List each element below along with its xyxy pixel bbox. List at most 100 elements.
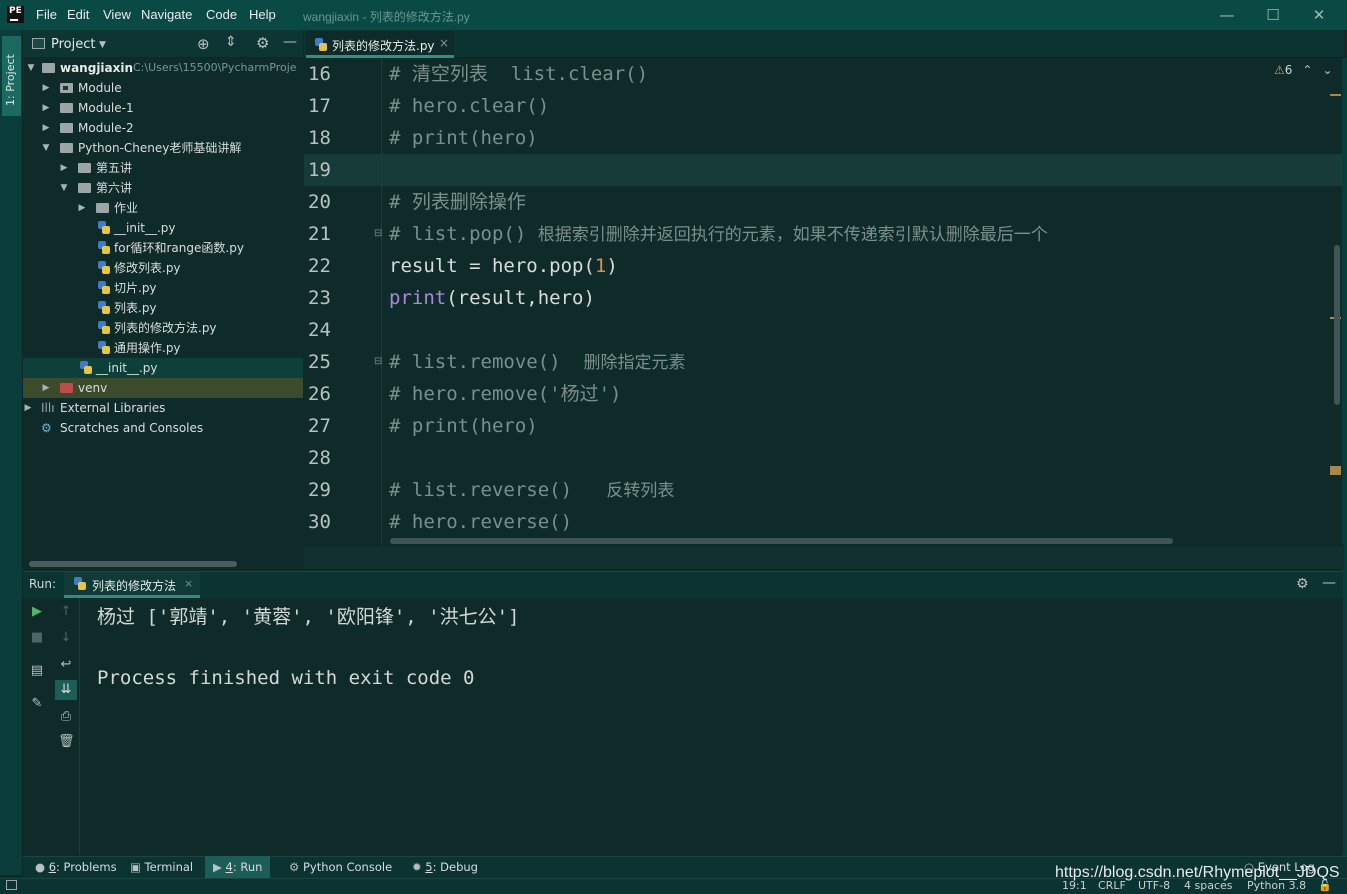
- arrow-down-icon[interactable]: ↓: [58, 630, 74, 646]
- chevron-right-icon[interactable]: ▶: [77, 198, 87, 218]
- tree-item-list-modify-methods-py[interactable]: 列表的修改方法.py: [23, 318, 303, 338]
- hide-panel-icon[interactable]: —: [283, 34, 297, 50]
- code-line-29: # list.reverse() 反转列表: [389, 474, 674, 507]
- collapse-all-icon[interactable]: ⇕: [225, 34, 237, 50]
- run-console[interactable]: [81, 598, 1343, 855]
- line-number: 20: [308, 191, 331, 213]
- warning-stripe[interactable]: [1330, 94, 1341, 96]
- tree-label: Module: [78, 81, 122, 95]
- soft-wrap-icon[interactable]: ↩: [58, 657, 74, 673]
- tab-debug[interactable]: ✹ 5: Debug: [408, 856, 482, 878]
- project-tool-window-button[interactable]: 1: Project: [2, 36, 21, 116]
- chevron-right-icon[interactable]: ▶: [41, 98, 51, 118]
- code-line-23-rest: (result,hero): [446, 287, 595, 309]
- tab-terminal[interactable]: ▣ Terminal: [126, 856, 197, 878]
- code-line-22: result = hero.pop(1): [389, 250, 618, 282]
- chevron-down-icon[interactable]: ▼: [59, 178, 69, 198]
- line-number: 21: [308, 223, 331, 245]
- layout-icon[interactable]: ▤: [29, 663, 45, 679]
- tree-item-modify-list-py[interactable]: 修改列表.py: [23, 258, 303, 278]
- fold-marker-icon[interactable]: ⊟: [374, 228, 382, 239]
- tree-item-lecture-5[interactable]: ▶ 第五讲: [23, 158, 303, 178]
- tree-root[interactable]: ▼ wangjiaxin C:\Users\15500\PycharmProje: [23, 58, 303, 78]
- gear-icon[interactable]: ⚙: [256, 34, 269, 52]
- project-view-dropdown[interactable]: Project: [51, 37, 95, 52]
- toggle-tool-windows-icon[interactable]: [6, 880, 17, 890]
- trash-icon[interactable]: 🗑: [58, 734, 75, 750]
- menu-view[interactable]: View: [103, 7, 131, 22]
- scroll-to-end-icon[interactable]: ⇊: [55, 680, 77, 700]
- tree-item-module-1[interactable]: ▶ Module-1: [23, 98, 303, 118]
- close-button[interactable]: ✕: [1305, 4, 1333, 26]
- chevron-right-icon[interactable]: ▶: [41, 118, 51, 138]
- tree-item-init-py-selected[interactable]: __init__.py: [23, 358, 303, 378]
- chevron-down-icon[interactable]: ▼: [26, 58, 36, 78]
- tree-item-module[interactable]: ▶ Module: [23, 78, 303, 98]
- chevron-right-icon[interactable]: ▶: [41, 378, 51, 398]
- tree-item-external-libraries[interactable]: ▶ Illı External Libraries: [23, 398, 303, 418]
- warning-stripe[interactable]: [1330, 466, 1341, 475]
- locate-icon[interactable]: ⊕: [197, 35, 210, 53]
- arrow-up-icon[interactable]: ↑: [58, 604, 74, 620]
- tab-problems[interactable]: ● 6: Problems: [31, 856, 121, 878]
- close-icon[interactable]: ×: [184, 577, 193, 590]
- run-number: 4: [225, 860, 233, 874]
- problems-number: 6: [48, 860, 57, 874]
- project-horizontal-scrollbar[interactable]: [29, 561, 237, 567]
- tree-item-venv[interactable]: ▶ venv: [23, 378, 303, 398]
- chevron-right-icon[interactable]: ▶: [23, 398, 33, 418]
- editor-vertical-scrollbar[interactable]: [1334, 245, 1340, 405]
- tree-item-for-range-py[interactable]: for循环和range函数.py: [23, 238, 303, 258]
- python-file-icon: [74, 577, 86, 590]
- tree-label: 切片.py: [114, 281, 157, 295]
- close-icon[interactable]: ×: [439, 36, 449, 50]
- run-tab[interactable]: 列表的修改方法 ×: [64, 572, 200, 598]
- tree-item-init-py[interactable]: __init__.py: [23, 218, 303, 238]
- chevron-right-icon[interactable]: ▶: [41, 78, 51, 98]
- minimize-button[interactable]: —: [1213, 4, 1241, 26]
- fold-marker-icon[interactable]: ⊟: [374, 356, 382, 367]
- menu-code[interactable]: Code: [206, 7, 237, 22]
- menu-file[interactable]: File: [36, 7, 57, 22]
- tab-run[interactable]: ▶ 4: Run: [205, 856, 271, 878]
- line-number: 18: [308, 127, 331, 149]
- module-folder-icon: [60, 83, 73, 93]
- tree-item-list-py[interactable]: 列表.py: [23, 298, 303, 318]
- debug-label: : Debug: [432, 860, 478, 874]
- tab-python-console[interactable]: ⚙ Python Console: [285, 856, 396, 878]
- hide-panel-icon[interactable]: —: [1322, 575, 1336, 591]
- menu-edit[interactable]: Edit: [67, 7, 89, 22]
- tab-list-modify-methods[interactable]: 列表的修改方法.py ×: [306, 31, 454, 58]
- chevron-down-icon[interactable]: ▼: [99, 40, 106, 50]
- tree-item-slice-py[interactable]: 切片.py: [23, 278, 303, 298]
- tree-item-common-ops-py[interactable]: 通用操作.py: [23, 338, 303, 358]
- chevron-down-icon[interactable]: ⌄: [1322, 63, 1332, 77]
- line-number: 26: [308, 383, 331, 405]
- menu-navigate[interactable]: Navigate: [141, 7, 192, 22]
- menu-help[interactable]: Help: [249, 7, 276, 22]
- run-icon: ▶: [213, 860, 222, 874]
- chevron-down-icon[interactable]: ▼: [41, 138, 51, 158]
- print-icon[interactable]: ⎙: [58, 709, 74, 725]
- gear-icon[interactable]: ⚙: [1296, 576, 1309, 592]
- console-output-line: 杨过 ['郭靖', '黄蓉', '欧阳锋', '洪七公']: [97, 606, 520, 628]
- run-panel-header: [23, 571, 1343, 598]
- scratches-icon: ⚙: [41, 421, 52, 435]
- code-line-18: # print(hero): [389, 127, 538, 149]
- rerun-icon[interactable]: ▶: [29, 604, 45, 620]
- editor-horizontal-scrollbar[interactable]: [390, 538, 1173, 544]
- watermark: https://blog.csdn.net/Rhymeplot__JDQS: [1055, 864, 1340, 881]
- maximize-button[interactable]: ☐: [1259, 4, 1287, 26]
- tree-item-module-2[interactable]: ▶ Module-2: [23, 118, 303, 138]
- editor-tab-bar: [304, 30, 1344, 58]
- tree-item-homework[interactable]: ▶ 作业: [23, 198, 303, 218]
- tree-item-lecture-6[interactable]: ▼ 第六讲: [23, 178, 303, 198]
- chevron-up-icon[interactable]: ⌃: [1302, 63, 1312, 77]
- inspection-widget[interactable]: ⚠6 ⌃ ⌄: [1274, 63, 1333, 77]
- tree-item-python-cheney[interactable]: ▼ Python-Cheney老师基础讲解: [23, 138, 303, 158]
- code-line-23: print(result,hero): [389, 282, 595, 314]
- pin-icon[interactable]: ✎: [29, 696, 45, 712]
- tree-item-scratches[interactable]: ⚙ Scratches and Consoles: [23, 418, 303, 438]
- stop-icon[interactable]: ■: [29, 630, 45, 646]
- chevron-right-icon[interactable]: ▶: [59, 158, 69, 178]
